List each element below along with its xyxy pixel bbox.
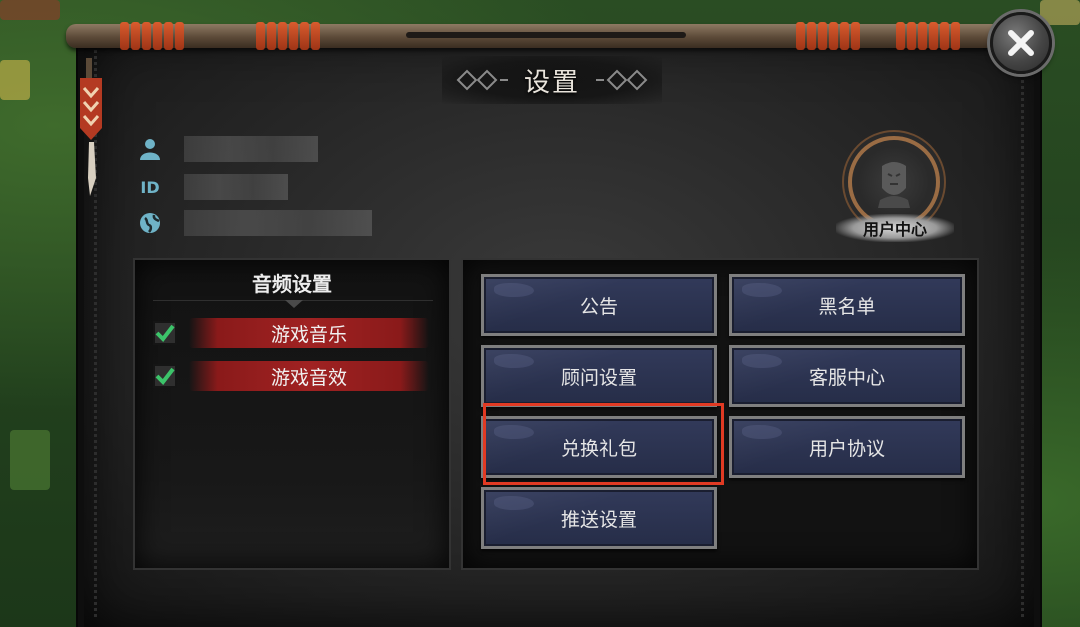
audio-settings-section: 音频设置 游戏音乐 游戏音效: [133, 258, 451, 570]
blacklist-button[interactable]: 黑名单: [729, 274, 965, 336]
advisor-settings-button[interactable]: 顾问设置: [481, 345, 717, 407]
top-wooden-beam: [66, 22, 1026, 50]
title-ornament-left-icon: [456, 69, 508, 91]
push-settings-button[interactable]: 推送设置: [481, 487, 717, 549]
user-server-value: [184, 210, 372, 236]
user-name-row: [136, 134, 336, 164]
user-id-row: ID: [136, 172, 336, 202]
user-agreement-button[interactable]: 用户协议: [729, 416, 965, 478]
redeem-gift-button[interactable]: 兑换礼包: [481, 416, 717, 478]
user-name-value: [184, 136, 318, 162]
checkmark-icon: [155, 324, 175, 343]
close-button[interactable]: [990, 12, 1052, 74]
audio-item-sfx: 游戏音效: [153, 359, 443, 393]
dialog-title-plate: 设置: [442, 56, 662, 104]
dialog-title: 设置: [523, 67, 580, 98]
customer-service-button[interactable]: 客服中心: [729, 345, 965, 407]
checkmark-icon: [155, 367, 175, 386]
title-ornament-right-icon: [596, 69, 648, 91]
globe-icon: [136, 209, 164, 237]
banner-tassel-icon: [80, 58, 102, 196]
audio-item-music: 游戏音乐: [153, 316, 443, 350]
chevron-down-icon: [285, 300, 303, 308]
music-label: 游戏音乐: [189, 318, 429, 348]
music-checkbox[interactable]: [153, 321, 177, 345]
user-id-value: [184, 174, 288, 200]
sfx-checkbox[interactable]: [153, 364, 177, 388]
audio-settings-title: 音频设置: [252, 272, 332, 296]
close-icon: [1008, 30, 1034, 56]
avatar-icon: [878, 162, 910, 208]
announcement-button[interactable]: 公告: [481, 274, 717, 336]
user-server-row: [136, 208, 376, 238]
sfx-label: 游戏音效: [189, 361, 429, 391]
user-center-button[interactable]: 用户中心: [836, 136, 954, 242]
user-center-label: 用户中心: [836, 214, 954, 242]
person-icon: [136, 135, 164, 163]
id-icon: ID: [140, 177, 160, 197]
